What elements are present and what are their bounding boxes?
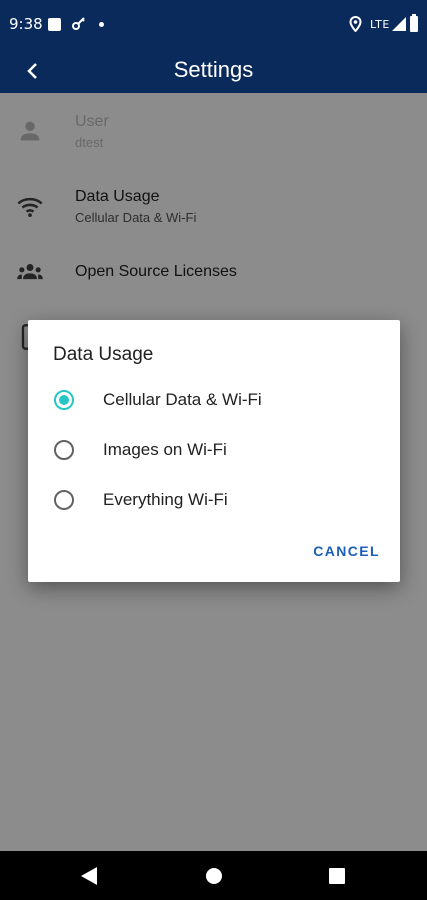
dot-icon: [99, 22, 104, 27]
radio-unselected-icon: [54, 490, 74, 510]
radio-option-everything-wifi[interactable]: Everything Wi-Fi: [28, 477, 400, 523]
radio-option-images-on-wifi[interactable]: Images on Wi-Fi: [28, 427, 400, 473]
radio-label: Images on Wi-Fi: [103, 440, 227, 459]
location-icon: [349, 16, 362, 32]
system-nav-bar: [0, 851, 427, 900]
page-title: Settings: [173, 57, 254, 82]
home-circle-icon[interactable]: [206, 868, 222, 884]
status-bar: 9:38 LTE: [0, 0, 427, 50]
network-type: LTE: [370, 18, 390, 31]
notification-square-icon: [48, 18, 61, 31]
signal-icon: [392, 17, 406, 31]
back-triangle-icon[interactable]: [80, 866, 98, 886]
dialog-title: Data Usage: [53, 344, 154, 365]
key-icon: [72, 17, 85, 30]
data-usage-dialog: Data Usage Cellular Data & Wi-Fi Images …: [28, 320, 400, 582]
radio-option-cellular-data-wifi[interactable]: Cellular Data & Wi-Fi: [28, 377, 400, 423]
recents-square-icon[interactable]: [329, 868, 345, 884]
app-bar: Settings: [0, 50, 427, 93]
battery-icon: [410, 14, 418, 32]
radio-label: Cellular Data & Wi-Fi: [103, 390, 262, 409]
radio-label: Everything Wi-Fi: [103, 490, 228, 509]
radio-selected-icon: [54, 390, 74, 410]
status-time: 9:38: [9, 15, 43, 33]
radio-unselected-icon: [54, 440, 74, 460]
cancel-button[interactable]: CANCEL: [313, 543, 380, 559]
